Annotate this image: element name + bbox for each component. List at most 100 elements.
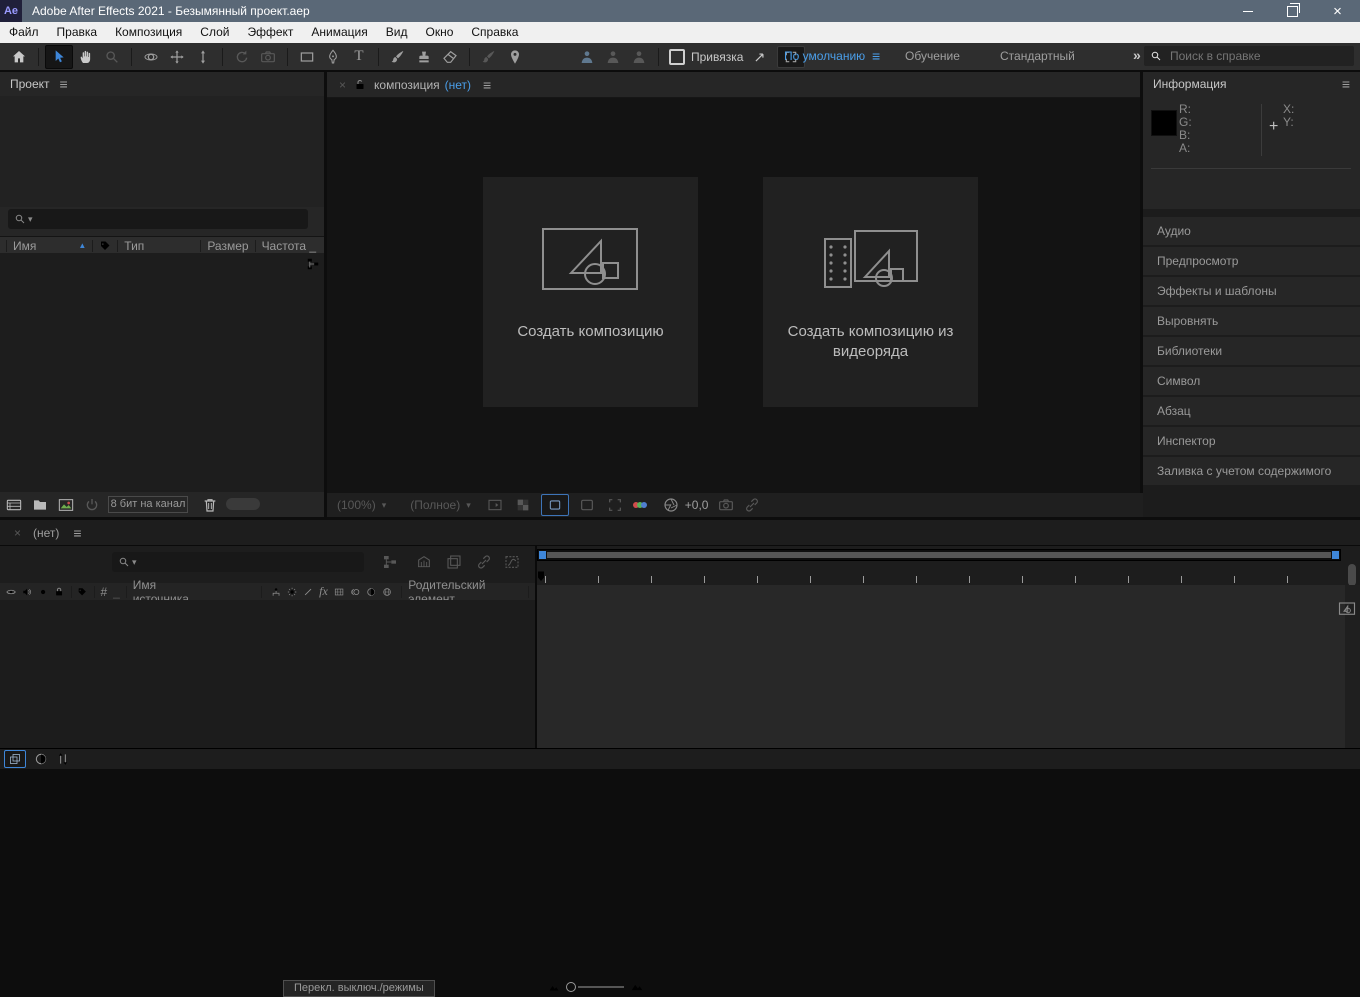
label-color-icon[interactable] bbox=[77, 586, 87, 598]
panel-tab-paragraph[interactable]: Абзац bbox=[1143, 397, 1360, 425]
fit-view-icon[interactable] bbox=[487, 497, 503, 513]
panel-tab-preview[interactable]: Предпросмотр bbox=[1143, 247, 1360, 275]
new-folder-icon[interactable] bbox=[32, 497, 48, 513]
orbit-camera-tool[interactable] bbox=[138, 46, 164, 68]
zoom-tool[interactable] bbox=[99, 46, 125, 68]
lock-column-icon[interactable] bbox=[54, 586, 64, 598]
rectangle-tool[interactable] bbox=[294, 46, 320, 68]
panel-tab-inspector[interactable]: Инспектор bbox=[1143, 427, 1360, 455]
project-bin-empty-area[interactable] bbox=[0, 96, 324, 207]
column-type[interactable]: Тип bbox=[124, 239, 144, 253]
timeline-zoom-knob[interactable] bbox=[566, 982, 576, 992]
work-area-bar[interactable] bbox=[537, 549, 1341, 561]
audio-speaker-icon[interactable] bbox=[22, 586, 32, 598]
region-of-interest-icon[interactable] bbox=[607, 497, 623, 513]
menu-view[interactable]: Вид bbox=[377, 22, 417, 43]
panel-menu-icon[interactable]: ≡ bbox=[1342, 76, 1350, 92]
layer-number-column[interactable]: # bbox=[100, 585, 107, 599]
work-area-end-handle[interactable] bbox=[1332, 551, 1339, 559]
workspace-tab-standard[interactable]: Стандартный bbox=[1000, 49, 1075, 63]
composition-mini-flowchart-icon[interactable] bbox=[382, 554, 398, 570]
parent-link-toggle[interactable] bbox=[56, 752, 70, 766]
panel-tab-effects-presets[interactable]: Эффекты и шаблоны bbox=[1143, 277, 1360, 305]
work-area-range[interactable] bbox=[547, 552, 1331, 558]
toggle-switches-modes-button[interactable]: Перекл. выключ./режимы bbox=[283, 980, 435, 997]
column-size[interactable]: Размер bbox=[207, 239, 248, 253]
composition-tab-label[interactable]: композиция bbox=[374, 78, 440, 92]
workspace-overflow-chevron[interactable]: » bbox=[1133, 47, 1141, 63]
snap-checkbox[interactable] bbox=[669, 49, 685, 65]
quality-switch-icon[interactable] bbox=[303, 586, 313, 598]
menu-composition[interactable]: Композиция bbox=[106, 22, 191, 43]
new-composition-icon[interactable] bbox=[58, 497, 74, 513]
shy-switch-icon[interactable] bbox=[271, 586, 281, 598]
workspace-tab-default[interactable]: По умолчанию bbox=[784, 49, 865, 63]
panel-tab-character[interactable]: Символ bbox=[1143, 367, 1360, 395]
eraser-tool[interactable] bbox=[437, 46, 463, 68]
snap-toggle[interactable]: Привязка bbox=[669, 49, 743, 65]
project-flowchart-icon[interactable] bbox=[306, 257, 320, 271]
mask-mode-icon[interactable] bbox=[579, 497, 595, 513]
menu-edit[interactable]: Правка bbox=[48, 22, 107, 43]
motion-blur-switch-icon[interactable] bbox=[350, 586, 360, 598]
interpret-footage-icon[interactable] bbox=[6, 497, 22, 513]
exposure-shutter-icon[interactable] bbox=[663, 497, 679, 513]
ruler-scrollbar-thumb[interactable] bbox=[1348, 564, 1356, 586]
project-item-list[interactable] bbox=[0, 253, 324, 492]
snapshot-camera-icon[interactable] bbox=[718, 497, 734, 513]
track-area[interactable] bbox=[537, 585, 1345, 748]
channel-rgb-icon[interactable] bbox=[635, 502, 647, 508]
tab-close-icon[interactable]: × bbox=[14, 526, 21, 540]
timeline-tab-label[interactable]: (нет) bbox=[33, 526, 59, 540]
project-panel-title[interactable]: Проект bbox=[10, 77, 50, 91]
time-ruler[interactable] bbox=[545, 576, 1337, 583]
layer-list-area[interactable] bbox=[0, 600, 535, 748]
pen-tool[interactable] bbox=[320, 46, 346, 68]
mask-visibility-toggle[interactable] bbox=[541, 494, 569, 516]
help-search-box[interactable] bbox=[1144, 46, 1354, 66]
solo-icon[interactable] bbox=[38, 586, 48, 598]
pan-camera-tool[interactable] bbox=[164, 46, 190, 68]
menu-file[interactable]: Файл bbox=[0, 22, 48, 43]
snap-direction-icon[interactable] bbox=[747, 46, 773, 68]
timeline-zoom-track[interactable] bbox=[578, 986, 624, 988]
project-search-box[interactable]: ▾ bbox=[8, 209, 308, 229]
panel-tab-align[interactable]: Выровнять bbox=[1143, 307, 1360, 335]
help-search-input[interactable] bbox=[1168, 48, 1332, 64]
timeline-search-input[interactable] bbox=[137, 554, 326, 570]
clone-stamp-tool[interactable] bbox=[411, 46, 437, 68]
close-button[interactable]: × bbox=[1315, 0, 1360, 22]
panel-tab-libraries[interactable]: Библиотеки bbox=[1143, 337, 1360, 365]
new-composition-card[interactable]: Создать композицию bbox=[483, 177, 698, 407]
frame-blending-icon[interactable] bbox=[446, 554, 462, 570]
trash-icon[interactable] bbox=[202, 497, 218, 513]
expand-layer-switches-toggle[interactable] bbox=[4, 750, 26, 768]
collapse-transformations-icon[interactable] bbox=[287, 586, 297, 598]
hand-tool[interactable] bbox=[73, 46, 99, 68]
label-color-icon[interactable] bbox=[99, 240, 111, 252]
work-area-start-handle[interactable] bbox=[539, 551, 546, 559]
three-d-layer-icon[interactable] bbox=[382, 586, 392, 598]
tab-close-icon[interactable]: × bbox=[339, 78, 346, 92]
brush-tool[interactable] bbox=[385, 46, 411, 68]
selection-tool[interactable] bbox=[45, 45, 73, 69]
transparency-grid-icon[interactable] bbox=[515, 497, 531, 513]
character-puppet-tool[interactable] bbox=[626, 46, 652, 68]
character-limb-tool[interactable] bbox=[600, 46, 626, 68]
proxy-toggle-icon[interactable] bbox=[84, 497, 100, 513]
transfer-controls-toggle[interactable] bbox=[34, 752, 48, 766]
sort-ascending-icon[interactable]: ▲ bbox=[78, 241, 86, 250]
composition-button-icon[interactable] bbox=[1338, 600, 1356, 618]
menu-help[interactable]: Справка bbox=[462, 22, 527, 43]
camera-tool[interactable] bbox=[255, 46, 281, 68]
new-composition-from-footage-card[interactable]: Создать композицию из видеоряда bbox=[763, 177, 978, 407]
character-rig-tool[interactable] bbox=[574, 46, 600, 68]
draft-3d-icon[interactable] bbox=[416, 554, 432, 570]
exposure-value[interactable]: +0,0 bbox=[685, 498, 709, 512]
motion-blur-enable-icon[interactable] bbox=[476, 554, 492, 570]
column-name[interactable]: Имя bbox=[13, 239, 36, 253]
resolution-dropdown[interactable]: (Полное)▾ bbox=[410, 498, 471, 512]
menu-effect[interactable]: Эффект bbox=[238, 22, 302, 43]
bit-depth-button[interactable]: 8 бит на канал bbox=[108, 496, 188, 513]
restore-button[interactable] bbox=[1270, 0, 1315, 22]
